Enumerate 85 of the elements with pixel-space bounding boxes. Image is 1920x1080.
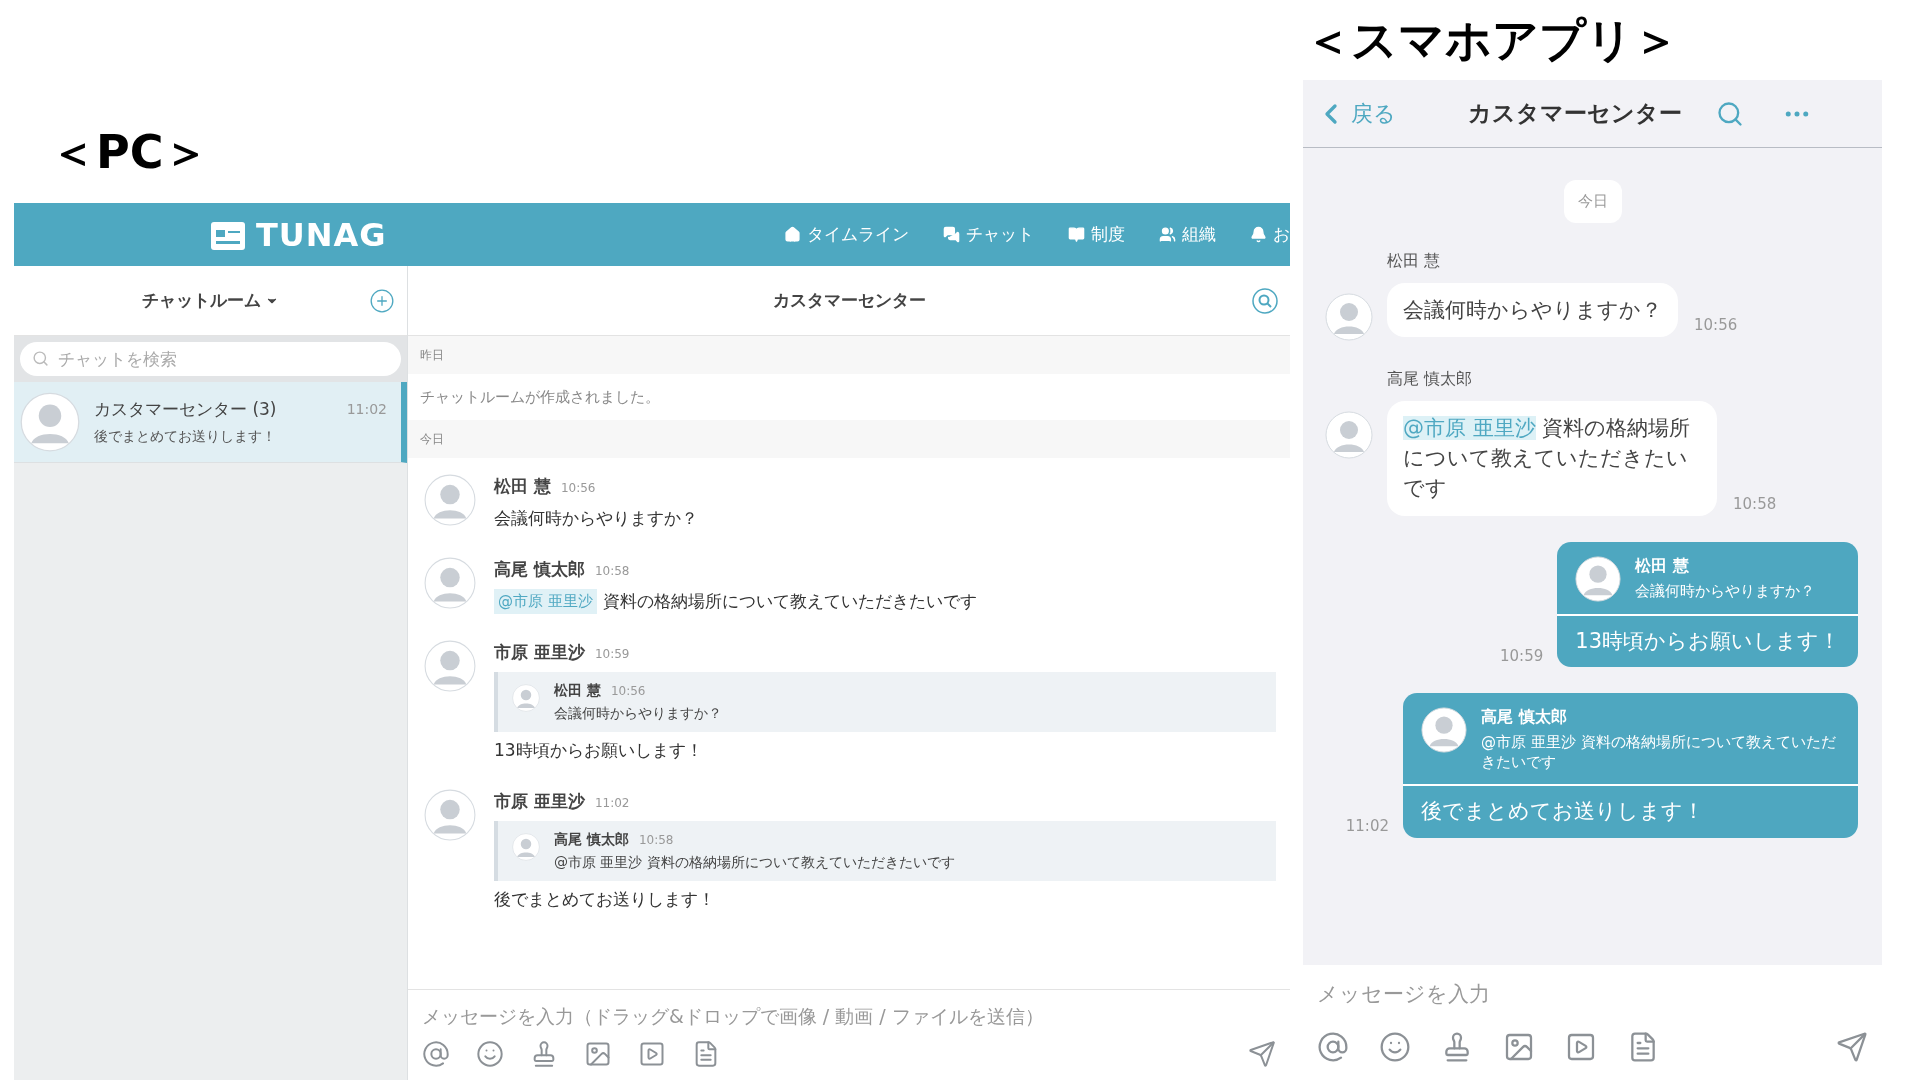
date-label: 今日 [420, 431, 444, 448]
nav-link[interactable]: 制度 [1068, 221, 1125, 248]
message-bubble: @市原 亜里沙 資料の格納場所について教えていただきたいです [1387, 400, 1717, 516]
author-name: 松田 慧 [1387, 249, 1442, 272]
avatar-icon [424, 789, 476, 841]
author-name: 市原 亜里沙 [494, 641, 585, 664]
add-icon[interactable] [369, 287, 395, 314]
date-label: 昨日 [420, 347, 444, 364]
message-time: 10:58 [594, 563, 630, 580]
message-text: 会議何時からやりますか？ [494, 506, 698, 530]
message-input[interactable]: メッセージを入力（ドラッグ&ドロップで画像 / 動画 / ファイルを送信） [422, 1001, 1276, 1030]
mention-chip[interactable]: @市原 亜里沙 [494, 589, 597, 614]
back-button[interactable]: 戻る [1315, 97, 1396, 130]
quote-author: 松田 慧 [554, 680, 601, 700]
nav-link[interactable]: タイムライン [784, 221, 909, 248]
quote-time: 10:58 [638, 831, 674, 849]
message-text: 後でまとめてお送りします！ [494, 887, 715, 911]
message-time: 10:59 [594, 646, 630, 663]
message-time: 10:58 [1733, 494, 1777, 516]
nav-link[interactable]: チャット [943, 221, 1034, 248]
avatar-icon [424, 557, 476, 609]
section-title: ＜PC＞ [50, 124, 210, 181]
room-menu-button[interactable]: チャットルーム [142, 287, 279, 314]
search-field[interactable]: チャットを検索 [20, 342, 401, 376]
message-time: 11:02 [1345, 816, 1389, 838]
avatar-icon [512, 683, 540, 712]
author-name: 高尾 慎太郎 [1387, 367, 1474, 390]
video-icon[interactable] [638, 1040, 666, 1068]
avatar-icon [20, 392, 80, 452]
quote-text: 会議何時からやりますか？ [554, 703, 722, 723]
room-preview: 後でまとめてお送りします！ [94, 427, 277, 447]
quote-text: 会議何時からやりますか？ [1635, 581, 1816, 602]
message-time: 10:56 [1694, 315, 1738, 337]
author-name: 高尾 慎太郎 [494, 558, 585, 581]
logo-text: TUNAG [256, 214, 387, 256]
avatar-icon [1575, 555, 1622, 602]
nav-link[interactable]: 組織 [1159, 221, 1216, 248]
message-text: 13時頃からお願いします！ [1574, 627, 1841, 655]
message-bubble: 会議何時からやりますか？ [1387, 282, 1678, 337]
author-name: 市原 亜里沙 [494, 790, 585, 813]
nav-link[interactable]: お [1250, 221, 1290, 248]
avatar-icon [1421, 707, 1467, 754]
quote-time: 10:56 [610, 682, 646, 700]
at-sign-icon[interactable] [1317, 1030, 1349, 1063]
smiley-icon[interactable] [476, 1040, 504, 1068]
section-title: ＜スマホアプリ＞ [1305, 11, 1679, 69]
avatar-icon [1325, 292, 1373, 341]
avatar-icon [424, 640, 476, 692]
chat-title: カスタマーセンター [1468, 99, 1682, 129]
system-message: チャットルームが作成されました。 [420, 386, 660, 408]
message-composer[interactable]: メッセージを入力 [1303, 965, 1882, 1080]
quote-text: @市原 亜里沙 資料の格納場所について教えていただきたいです [1481, 733, 1837, 773]
bell-icon [1250, 226, 1267, 243]
home-icon [784, 226, 801, 243]
message-time: 11:02 [594, 795, 630, 812]
quote-author: 松田 慧 [1635, 554, 1690, 577]
search-icon[interactable] [1252, 287, 1278, 314]
room-name: カスタマーセンター (3) [94, 397, 277, 421]
room-time: 11:02 [346, 400, 387, 419]
chat-icon [943, 226, 960, 243]
room-item[interactable]: カスタマーセンター (3) 11:02 後でまとめてお送りします！ [14, 382, 407, 463]
message-time: 10:59 [1500, 645, 1544, 667]
message-input[interactable]: メッセージを入力 [1317, 979, 1868, 1011]
chat-title: カスタマーセンター [772, 288, 926, 312]
search-icon [32, 350, 49, 367]
quote-text: @市原 亜里沙 資料の格納場所について教えていただきたいです [554, 852, 955, 872]
message-time: 10:56 [560, 480, 596, 497]
quote-author: 高尾 慎太郎 [554, 829, 629, 849]
send-icon[interactable] [1248, 1040, 1276, 1068]
message-text: 資料の格納場所について教えていただきたいです [602, 589, 977, 613]
message-text: 後でまとめてお送りします！ [1420, 798, 1705, 826]
message-text: 13時頃からお願いします！ [494, 738, 703, 762]
avatar-icon [424, 474, 476, 526]
avatar-icon [1325, 410, 1373, 459]
quote-author: 高尾 慎太郎 [1481, 706, 1568, 729]
book-icon [1068, 226, 1085, 243]
date-label: 今日 [1563, 180, 1622, 223]
search-icon[interactable] [1716, 99, 1744, 128]
smiley-icon[interactable] [1379, 1030, 1411, 1063]
people-icon [1159, 226, 1176, 243]
at-sign-icon[interactable] [422, 1040, 450, 1068]
send-icon[interactable] [1836, 1030, 1868, 1063]
avatar-icon [512, 832, 540, 861]
author-name: 松田 慧 [494, 475, 551, 498]
image-icon[interactable] [584, 1040, 612, 1068]
